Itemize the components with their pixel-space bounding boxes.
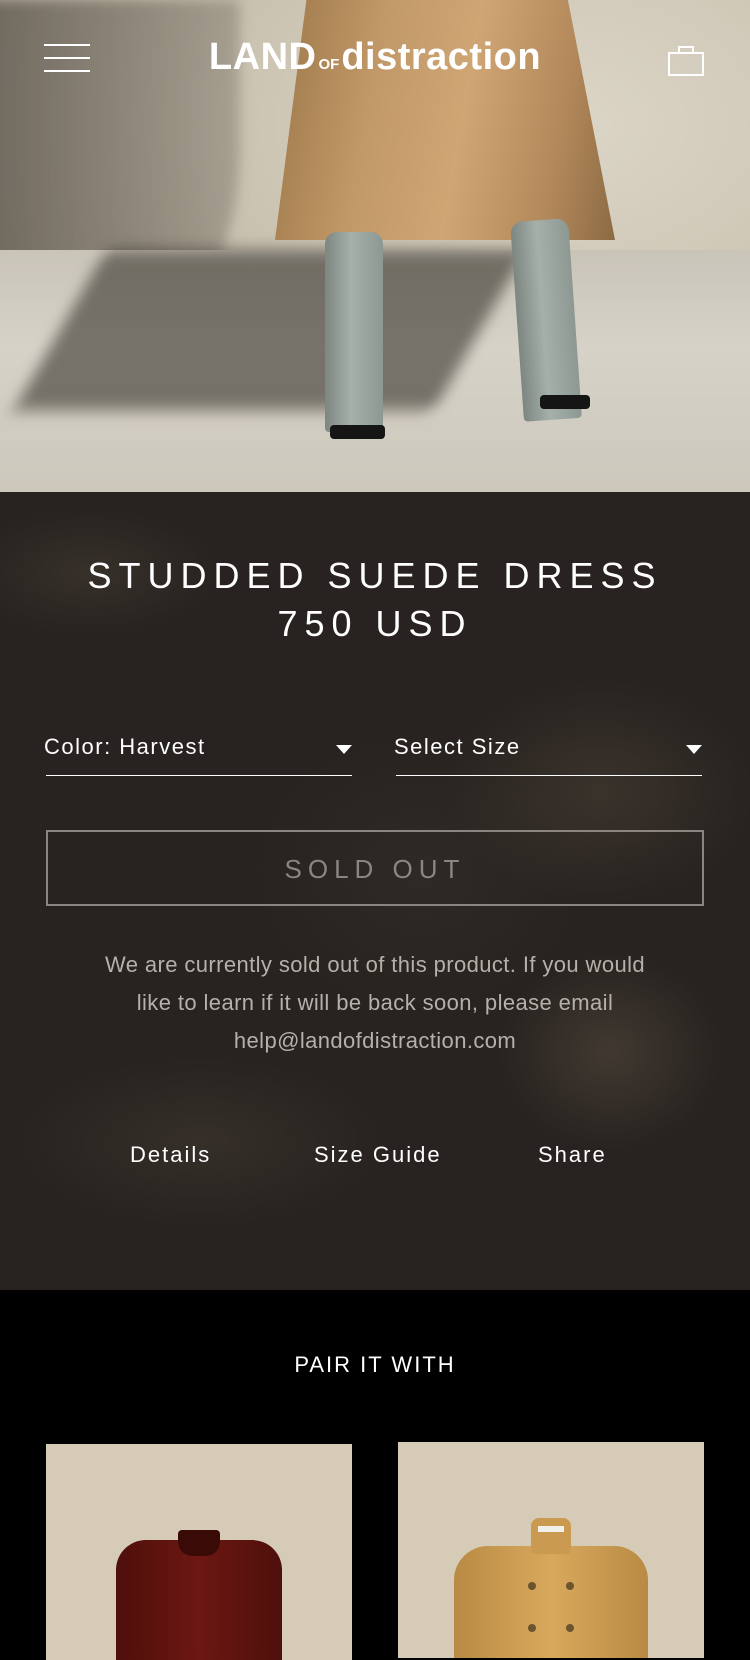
size-guide-link[interactable]: Size Guide [314,1142,442,1168]
top-nav: LAND OFdistraction [0,0,750,120]
hero-boot-left [325,232,383,432]
pair-it-with-section: PAIR IT WITH [0,1290,750,1660]
product-links: Details Size Guide Share [0,1142,750,1182]
product-image [116,1540,282,1660]
pair-product-card[interactable] [398,1442,704,1658]
product-section: STUDDED SUEDE DRESS 750 USD Color: Harve… [0,492,750,1290]
share-link[interactable]: Share [538,1142,607,1168]
shopping-bag-icon[interactable] [668,46,704,76]
sold-out-button[interactable]: SOLD OUT [46,830,704,906]
logo-text-distraction: distraction [341,36,542,78]
logo[interactable]: LAND OFdistraction [0,36,750,79]
details-link[interactable]: Details [130,1142,211,1168]
logo-text-of: OF [318,56,340,73]
sold-out-message: We are currently sold out of this produc… [104,952,646,1053]
caret-down-icon [686,745,702,754]
logo-text-land: LAND [208,36,317,78]
color-select[interactable]: Color: Harvest [44,734,352,776]
caret-down-icon [336,745,352,754]
product-heading: STUDDED SUEDE DRESS 750 USD [0,552,750,648]
size-select[interactable]: Select Size [394,734,702,776]
pair-it-with-title: PAIR IT WITH [294,1352,456,1377]
product-price: 750 USD [277,603,473,644]
size-select-label: Select Size [394,734,521,759]
color-select-label: Color: Harvest [44,734,206,759]
product-image [454,1546,648,1658]
product-name: STUDDED SUEDE DRESS [87,555,663,596]
pair-product-card[interactable] [46,1444,352,1660]
